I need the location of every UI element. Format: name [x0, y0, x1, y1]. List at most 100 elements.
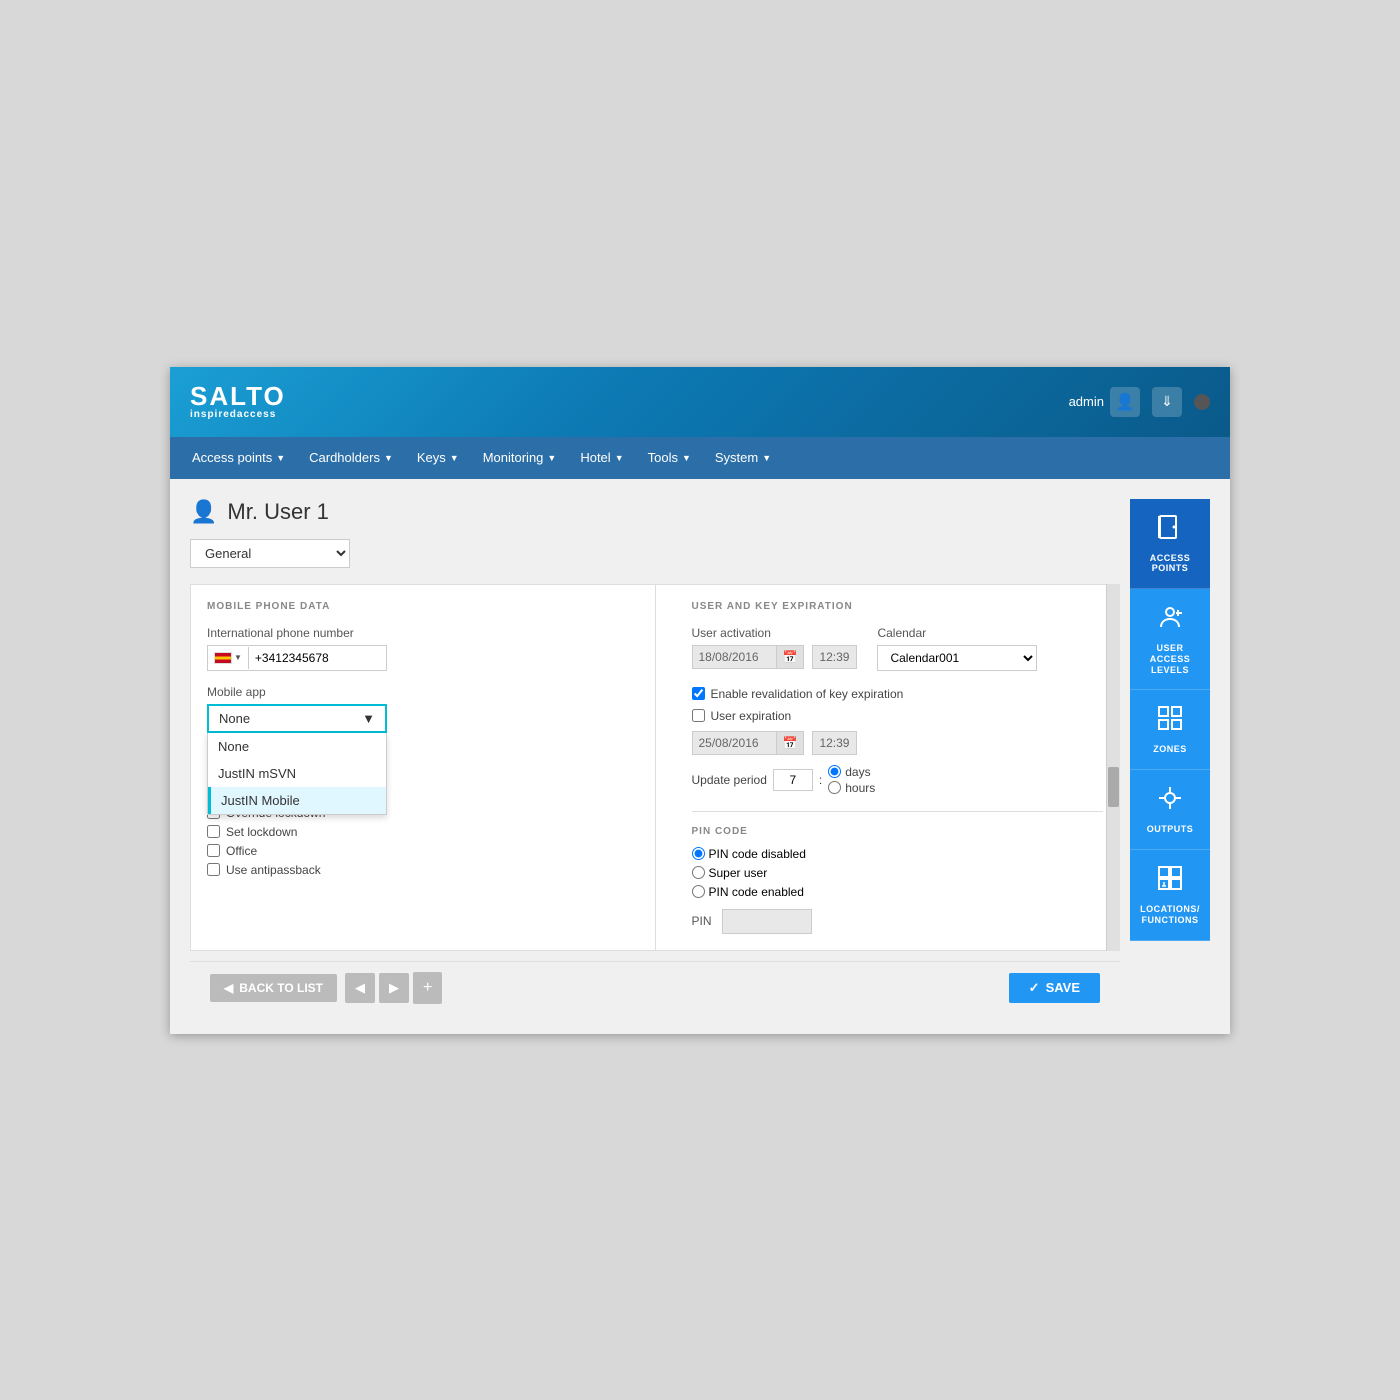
prev-button[interactable]: ◀: [345, 973, 375, 1003]
pin-enabled-row: PIN code enabled: [692, 885, 1104, 899]
checkbox-office: Office: [207, 844, 619, 858]
update-period-label: Update period: [692, 773, 767, 787]
update-period-row: Update period : days hours: [692, 765, 1104, 795]
calendar-group: Calendar Calendar001: [877, 626, 1037, 671]
mobile-app-option-justin-msvn[interactable]: JustIN mSVN: [208, 760, 386, 787]
expiration-calendar-button[interactable]: 📅: [777, 731, 805, 755]
office-checkbox[interactable]: [207, 844, 220, 857]
add-button[interactable]: +: [413, 972, 442, 1004]
pin-disabled-label: PIN code disabled: [709, 847, 806, 861]
flag-chevron-icon: ▼: [234, 653, 242, 662]
mobile-app-dropdown-list: None JustIN mSVN JustIN Mobile: [207, 733, 387, 815]
checkbox-antipassback: Use antipassback: [207, 863, 619, 877]
nav-item-system[interactable]: System ▼: [703, 437, 783, 479]
sidebar-btn-access-points[interactable]: ACCESS POINTS: [1130, 499, 1210, 590]
sidebar-btn-zones[interactable]: ZONES: [1130, 690, 1210, 770]
activation-date-input[interactable]: [692, 645, 777, 669]
locations-functions-label: LOCATIONS/ FUNCTIONS: [1136, 904, 1204, 926]
mobile-app-option-none[interactable]: None: [208, 733, 386, 760]
mobile-phone-section-title: MOBILE PHONE DATA: [207, 601, 619, 612]
phone-form-group: International phone number ▼: [207, 626, 619, 671]
chevron-down-icon: ▼: [762, 453, 771, 463]
chevron-down-icon: ▼: [384, 453, 393, 463]
back-to-list-button[interactable]: ◀ BACK TO LIST: [210, 974, 337, 1002]
user-icon[interactable]: 👤: [1110, 387, 1140, 417]
chevron-down-icon: ▼: [450, 453, 459, 463]
update-period-input[interactable]: [773, 769, 813, 791]
general-select[interactable]: General: [190, 539, 350, 568]
pin-enabled-radio[interactable]: [692, 885, 705, 898]
activation-calendar-button[interactable]: 📅: [777, 645, 805, 669]
activation-time-input[interactable]: [812, 645, 857, 669]
expiration-date-input[interactable]: [692, 731, 777, 755]
logo-sub: inspiredaccess: [190, 409, 286, 420]
download-icon[interactable]: ⇓: [1152, 387, 1182, 417]
antipassback-label: Use antipassback: [226, 863, 321, 877]
days-label: days: [845, 765, 870, 779]
page-title: Mr. User 1: [227, 499, 328, 525]
activation-label: User activation: [692, 626, 858, 640]
nav-item-tools[interactable]: Tools ▼: [636, 437, 703, 479]
nav-item-monitoring[interactable]: Monitoring ▼: [471, 437, 569, 479]
activation-group: User activation 📅: [692, 626, 858, 677]
mobile-app-dropdown: None ▼ None JustIN mSVN JustIN Mobile: [207, 704, 387, 733]
admin-label: admin: [1069, 394, 1104, 409]
phone-flag-selector[interactable]: ▼: [208, 647, 249, 669]
activation-row: 📅: [692, 645, 858, 669]
office-label: Office: [226, 844, 257, 858]
set-lockdown-checkbox[interactable]: [207, 825, 220, 838]
sidebar-btn-outputs[interactable]: OUTPUTS: [1130, 770, 1210, 850]
outputs-icon: [1156, 784, 1184, 818]
flag-es-icon: [214, 652, 232, 664]
super-user-radio[interactable]: [692, 866, 705, 879]
logo-salto: SALTO: [190, 383, 286, 409]
zones-icon: [1156, 704, 1184, 738]
pin-input[interactable]: [722, 909, 812, 934]
general-select-container: General: [190, 539, 1120, 568]
hours-radio[interactable]: [828, 781, 841, 794]
user-avatar-icon: 👤: [190, 499, 217, 525]
expiration-section-title: USER AND KEY EXPIRATION: [692, 601, 1104, 612]
zones-label: ZONES: [1153, 744, 1187, 755]
phone-number-input[interactable]: [249, 646, 359, 670]
expiration-date-row: 📅: [692, 731, 1104, 755]
checkbox-set-lockdown: Set lockdown: [207, 825, 619, 839]
enable-revalidation-checkbox[interactable]: [692, 687, 705, 700]
sidebar-btn-user-access-levels[interactable]: USER ACCESS LEVELS: [1130, 589, 1210, 690]
mobile-app-form-group: Mobile app None ▼ None JustIN mSVN JustI…: [207, 685, 619, 733]
calendar-select[interactable]: Calendar001: [877, 645, 1037, 671]
calendar-label: Calendar: [877, 626, 1037, 640]
scrollbar[interactable]: [1106, 584, 1120, 951]
pin-enabled-label: PIN code enabled: [709, 885, 804, 899]
pin-section-title: PIN CODE: [692, 826, 1104, 837]
nav-item-keys[interactable]: Keys ▼: [405, 437, 471, 479]
nav-button-group: ◀ ▶ +: [345, 972, 442, 1004]
user-expiration-label: User expiration: [711, 709, 792, 723]
days-radio[interactable]: [828, 765, 841, 778]
next-button[interactable]: ▶: [379, 973, 409, 1003]
main-content: 👤 Mr. User 1 General MOBILE PHONE DATA I…: [170, 479, 1230, 1034]
logo-area: SALTO inspiredaccess: [190, 383, 286, 420]
mobile-app-label: Mobile app: [207, 685, 619, 699]
period-radio-group: days hours: [828, 765, 875, 795]
hours-radio-row: hours: [828, 781, 875, 795]
admin-area: admin 👤: [1069, 387, 1140, 417]
sidebar-btn-locations-functions[interactable]: LOCATIONS/ FUNCTIONS: [1130, 850, 1210, 941]
content-area: 👤 Mr. User 1 General MOBILE PHONE DATA I…: [190, 499, 1120, 1014]
pin-disabled-radio[interactable]: [692, 847, 705, 860]
dropdown-chevron-icon: ▼: [362, 711, 375, 726]
mobile-app-selected[interactable]: None ▼: [207, 704, 387, 733]
nav-item-access-points[interactable]: Access points ▼: [180, 437, 297, 479]
pin-radio-group: PIN code disabled Super user PIN code en…: [692, 847, 1104, 899]
chevron-down-icon: ▼: [682, 453, 691, 463]
days-radio-row: days: [828, 765, 875, 779]
page-title-row: 👤 Mr. User 1: [190, 499, 1120, 525]
user-expiration-checkbox[interactable]: [692, 709, 705, 722]
form-columns-wrapper: MOBILE PHONE DATA International phone nu…: [190, 584, 1120, 951]
save-button[interactable]: ✓ SAVE: [1009, 973, 1100, 1003]
mobile-app-option-justin-mobile[interactable]: JustIN Mobile: [208, 787, 386, 814]
nav-item-hotel[interactable]: Hotel ▼: [568, 437, 635, 479]
expiration-time-input[interactable]: [812, 731, 857, 755]
antipassback-checkbox[interactable]: [207, 863, 220, 876]
nav-item-cardholders[interactable]: Cardholders ▼: [297, 437, 405, 479]
